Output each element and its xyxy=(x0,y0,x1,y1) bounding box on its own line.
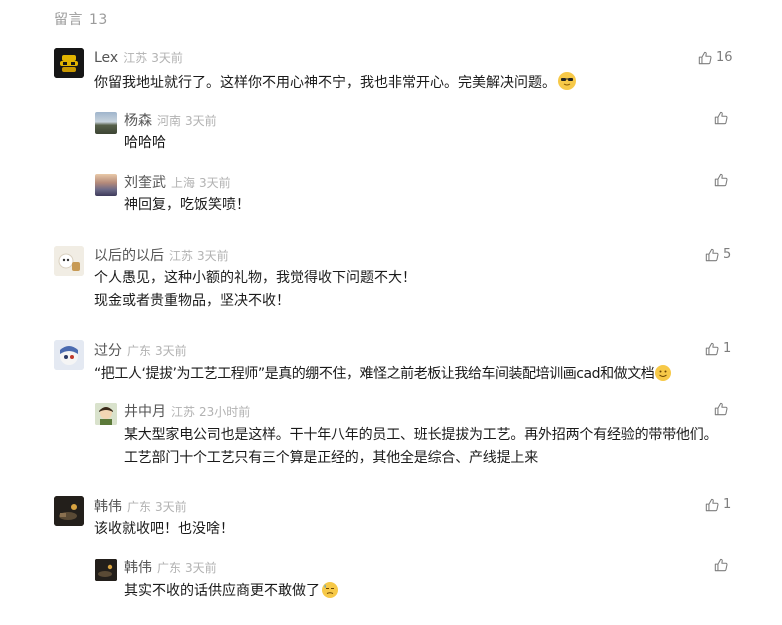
reply-meta: 韩伟 广东 3天前 xyxy=(124,557,217,577)
comment-nickname[interactable]: 过分 xyxy=(94,340,122,360)
thumbs-up-icon xyxy=(705,248,719,262)
thumbs-up-icon xyxy=(714,173,728,187)
comment-time: 3天前 xyxy=(151,51,183,65)
reply-time: 23小时前 xyxy=(199,405,251,419)
reply-location: 河南 xyxy=(157,114,182,128)
reply-text: 某大型家电公司也是这样。干十年八年的员工、班长提拔为工艺。再外招两个有经验的带带… xyxy=(124,427,718,466)
comment-time: 3天前 xyxy=(197,249,229,263)
reply-text: 其实不收的话供应商更不敢做了 xyxy=(124,583,320,599)
smile-emoji-icon xyxy=(655,365,672,381)
avatar[interactable] xyxy=(95,403,117,425)
comment-content: 个人愚见，这种小额的礼物，我觉得收下问题不大！ 现金或者贵重物品，坚决不收！ xyxy=(94,267,416,313)
comments-header-label: 留言 xyxy=(54,12,83,28)
reply-time: 3天前 xyxy=(185,561,217,575)
comment-content: 该收就收吧！也没啥！ xyxy=(94,518,234,541)
comment-text-line: 现金或者贵重物品，坚决不收！ xyxy=(94,293,290,309)
comment-nickname[interactable]: Lex xyxy=(94,50,118,66)
like-button[interactable] xyxy=(714,111,728,125)
reply-location: 上海 xyxy=(171,176,196,190)
like-button[interactable]: 1 xyxy=(705,497,731,512)
comment-nickname[interactable]: 韩伟 xyxy=(94,496,122,516)
comment-time: 3天前 xyxy=(155,500,187,514)
thumbs-up-icon xyxy=(705,498,719,512)
reply-meta: 杨森 河南 3天前 xyxy=(124,110,217,130)
reply-time: 3天前 xyxy=(199,176,231,190)
comment-location: 江苏 xyxy=(123,51,148,65)
reply-content: 神回复，吃饭笑喷！ xyxy=(124,194,250,217)
comment-location: 江苏 xyxy=(169,249,194,263)
like-count: 1 xyxy=(723,341,732,356)
thumbs-up-icon xyxy=(714,402,728,416)
comment-meta: 韩伟 广东 3天前 xyxy=(94,496,187,516)
comment-text-line: 个人愚见，这种小额的礼物，我觉得收下问题不大！ xyxy=(94,270,416,286)
comments-header: 留言 13 xyxy=(54,9,108,29)
like-button[interactable]: 5 xyxy=(705,247,731,262)
avatar[interactable] xyxy=(54,48,84,78)
reply-nickname[interactable]: 杨森 xyxy=(124,110,152,130)
avatar[interactable] xyxy=(54,340,84,370)
reply-location: 江苏 xyxy=(171,405,196,419)
like-button[interactable]: 1 xyxy=(705,341,731,356)
comment-location: 广东 xyxy=(127,344,152,358)
avatar[interactable] xyxy=(54,496,84,526)
avatar[interactable] xyxy=(95,559,117,581)
thumbs-up-icon xyxy=(705,342,719,356)
reply-location: 广东 xyxy=(157,561,182,575)
thumbs-up-icon xyxy=(714,111,728,125)
reply-text: 哈哈哈 xyxy=(124,135,166,151)
like-count: 5 xyxy=(723,247,732,262)
comment-text: 该收就收吧！也没啥！ xyxy=(94,521,234,537)
thumbs-up-icon xyxy=(698,51,712,65)
reply-time: 3天前 xyxy=(185,114,217,128)
comment-text: 你留我地址就行了。这样你不用心神不宁，我也非常开心。完美解决问题。 xyxy=(94,75,556,91)
comment-text: “把工人‘提拔’为工艺工程师”是真的绷不住，难怪之前老板让我给车间装配培训画ca… xyxy=(94,366,655,382)
comment-meta: 过分 广东 3天前 xyxy=(94,340,187,360)
sweat-emoji-icon xyxy=(322,582,338,598)
like-count: 1 xyxy=(723,497,732,512)
comments-count: 13 xyxy=(89,12,108,28)
like-button[interactable] xyxy=(714,558,728,572)
reply-content: 某大型家电公司也是这样。干十年八年的员工、班长提拔为工艺。再外招两个有经验的带带… xyxy=(124,424,730,470)
reply-meta: 刘奎武 上海 3天前 xyxy=(124,172,231,192)
reply-content: 其实不收的话供应商更不敢做了 xyxy=(124,580,338,603)
comment-meta: Lex 江苏 3天前 xyxy=(94,49,183,69)
avatar[interactable] xyxy=(95,112,117,134)
like-count: 16 xyxy=(716,50,733,65)
like-button[interactable]: 16 xyxy=(698,50,733,65)
comment-nickname[interactable]: 以后的以后 xyxy=(94,245,164,265)
avatar[interactable] xyxy=(54,246,84,276)
reply-meta: 井中月 江苏 23小时前 xyxy=(124,401,250,421)
like-button[interactable] xyxy=(714,173,728,187)
thumbs-up-icon xyxy=(714,558,728,572)
reply-content: 哈哈哈 xyxy=(124,132,166,155)
reply-text: 神回复，吃饭笑喷！ xyxy=(124,197,250,213)
comment-content: “把工人‘提拔’为工艺工程师”是真的绷不住，难怪之前老板让我给车间装配培训画ca… xyxy=(94,363,734,386)
avatar[interactable] xyxy=(95,174,117,196)
comment-location: 广东 xyxy=(127,500,152,514)
sunglasses-emoji-icon xyxy=(558,72,576,90)
comment-content: 你留我地址就行了。这样你不用心神不宁，我也非常开心。完美解决问题。 xyxy=(94,72,576,95)
reply-nickname[interactable]: 刘奎武 xyxy=(124,172,166,192)
reply-nickname[interactable]: 韩伟 xyxy=(124,557,152,577)
comment-meta: 以后的以后 江苏 3天前 xyxy=(94,245,229,265)
like-button[interactable] xyxy=(714,402,728,416)
reply-nickname[interactable]: 井中月 xyxy=(124,401,166,421)
comment-time: 3天前 xyxy=(155,344,187,358)
